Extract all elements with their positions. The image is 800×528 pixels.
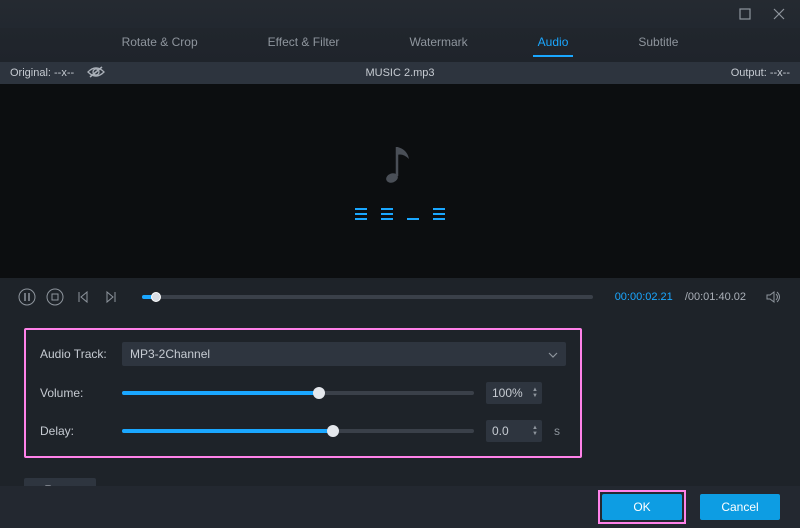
ok-highlight: OK	[598, 490, 686, 524]
tab-subtitle[interactable]: Subtitle	[638, 35, 678, 49]
output-label: Output: --x--	[731, 67, 790, 79]
seek-slider[interactable]	[142, 295, 593, 299]
stop-icon[interactable]	[46, 288, 64, 306]
infobar: Original: --x-- MUSIC 2.mp3 Output: --x-…	[0, 62, 800, 84]
visibility-off-icon[interactable]	[86, 65, 106, 82]
delay-stepper[interactable]: 0.0 ▲▼	[486, 420, 542, 442]
player-controls: 00:00:02.21 /00:01:40.02	[0, 278, 800, 316]
volume-stepper[interactable]: 100% ▲▼	[486, 382, 542, 404]
tab-watermark[interactable]: Watermark	[409, 35, 467, 49]
volume-icon[interactable]	[764, 288, 782, 306]
maximize-icon[interactable]	[736, 5, 754, 23]
tab-audio[interactable]: Audio	[538, 35, 569, 49]
volume-label: Volume:	[40, 386, 110, 400]
delay-slider[interactable]	[122, 429, 474, 433]
audio-track-label: Audio Track:	[40, 347, 110, 361]
equalizer-icon	[355, 208, 445, 220]
current-time: 00:00:02.21	[615, 291, 673, 303]
audio-settings: Audio Track: MP3-2Channel Volume: 100% ▲…	[0, 316, 800, 464]
tab-rotate-crop[interactable]: Rotate & Crop	[122, 35, 198, 49]
cancel-button[interactable]: Cancel	[700, 494, 780, 520]
ok-button[interactable]: OK	[602, 494, 682, 520]
file-name: MUSIC 2.mp3	[365, 67, 434, 79]
titlebar	[0, 0, 800, 28]
highlighted-settings-box: Audio Track: MP3-2Channel Volume: 100% ▲…	[24, 328, 582, 458]
tabbar: Rotate & Crop Effect & Filter Watermark …	[0, 28, 800, 62]
next-icon[interactable]	[102, 288, 120, 306]
close-icon[interactable]	[770, 5, 788, 23]
chevron-down-icon	[548, 347, 558, 361]
delay-label: Delay:	[40, 424, 110, 438]
pause-icon[interactable]	[18, 288, 36, 306]
duration-time: /00:01:40.02	[685, 291, 746, 303]
volume-value: 100%	[492, 386, 523, 400]
delay-value: 0.0	[492, 424, 509, 438]
audio-track-value: MP3-2Channel	[130, 347, 210, 361]
footer: OK Cancel	[0, 486, 800, 528]
preview-area	[0, 84, 800, 278]
audio-track-select[interactable]: MP3-2Channel	[122, 342, 566, 366]
previous-icon[interactable]	[74, 288, 92, 306]
tab-effect-filter[interactable]: Effect & Filter	[268, 35, 340, 49]
volume-slider[interactable]	[122, 391, 474, 395]
delay-unit: s	[554, 424, 566, 438]
original-label: Original: --x--	[10, 67, 74, 79]
music-note-icon	[383, 143, 417, 190]
